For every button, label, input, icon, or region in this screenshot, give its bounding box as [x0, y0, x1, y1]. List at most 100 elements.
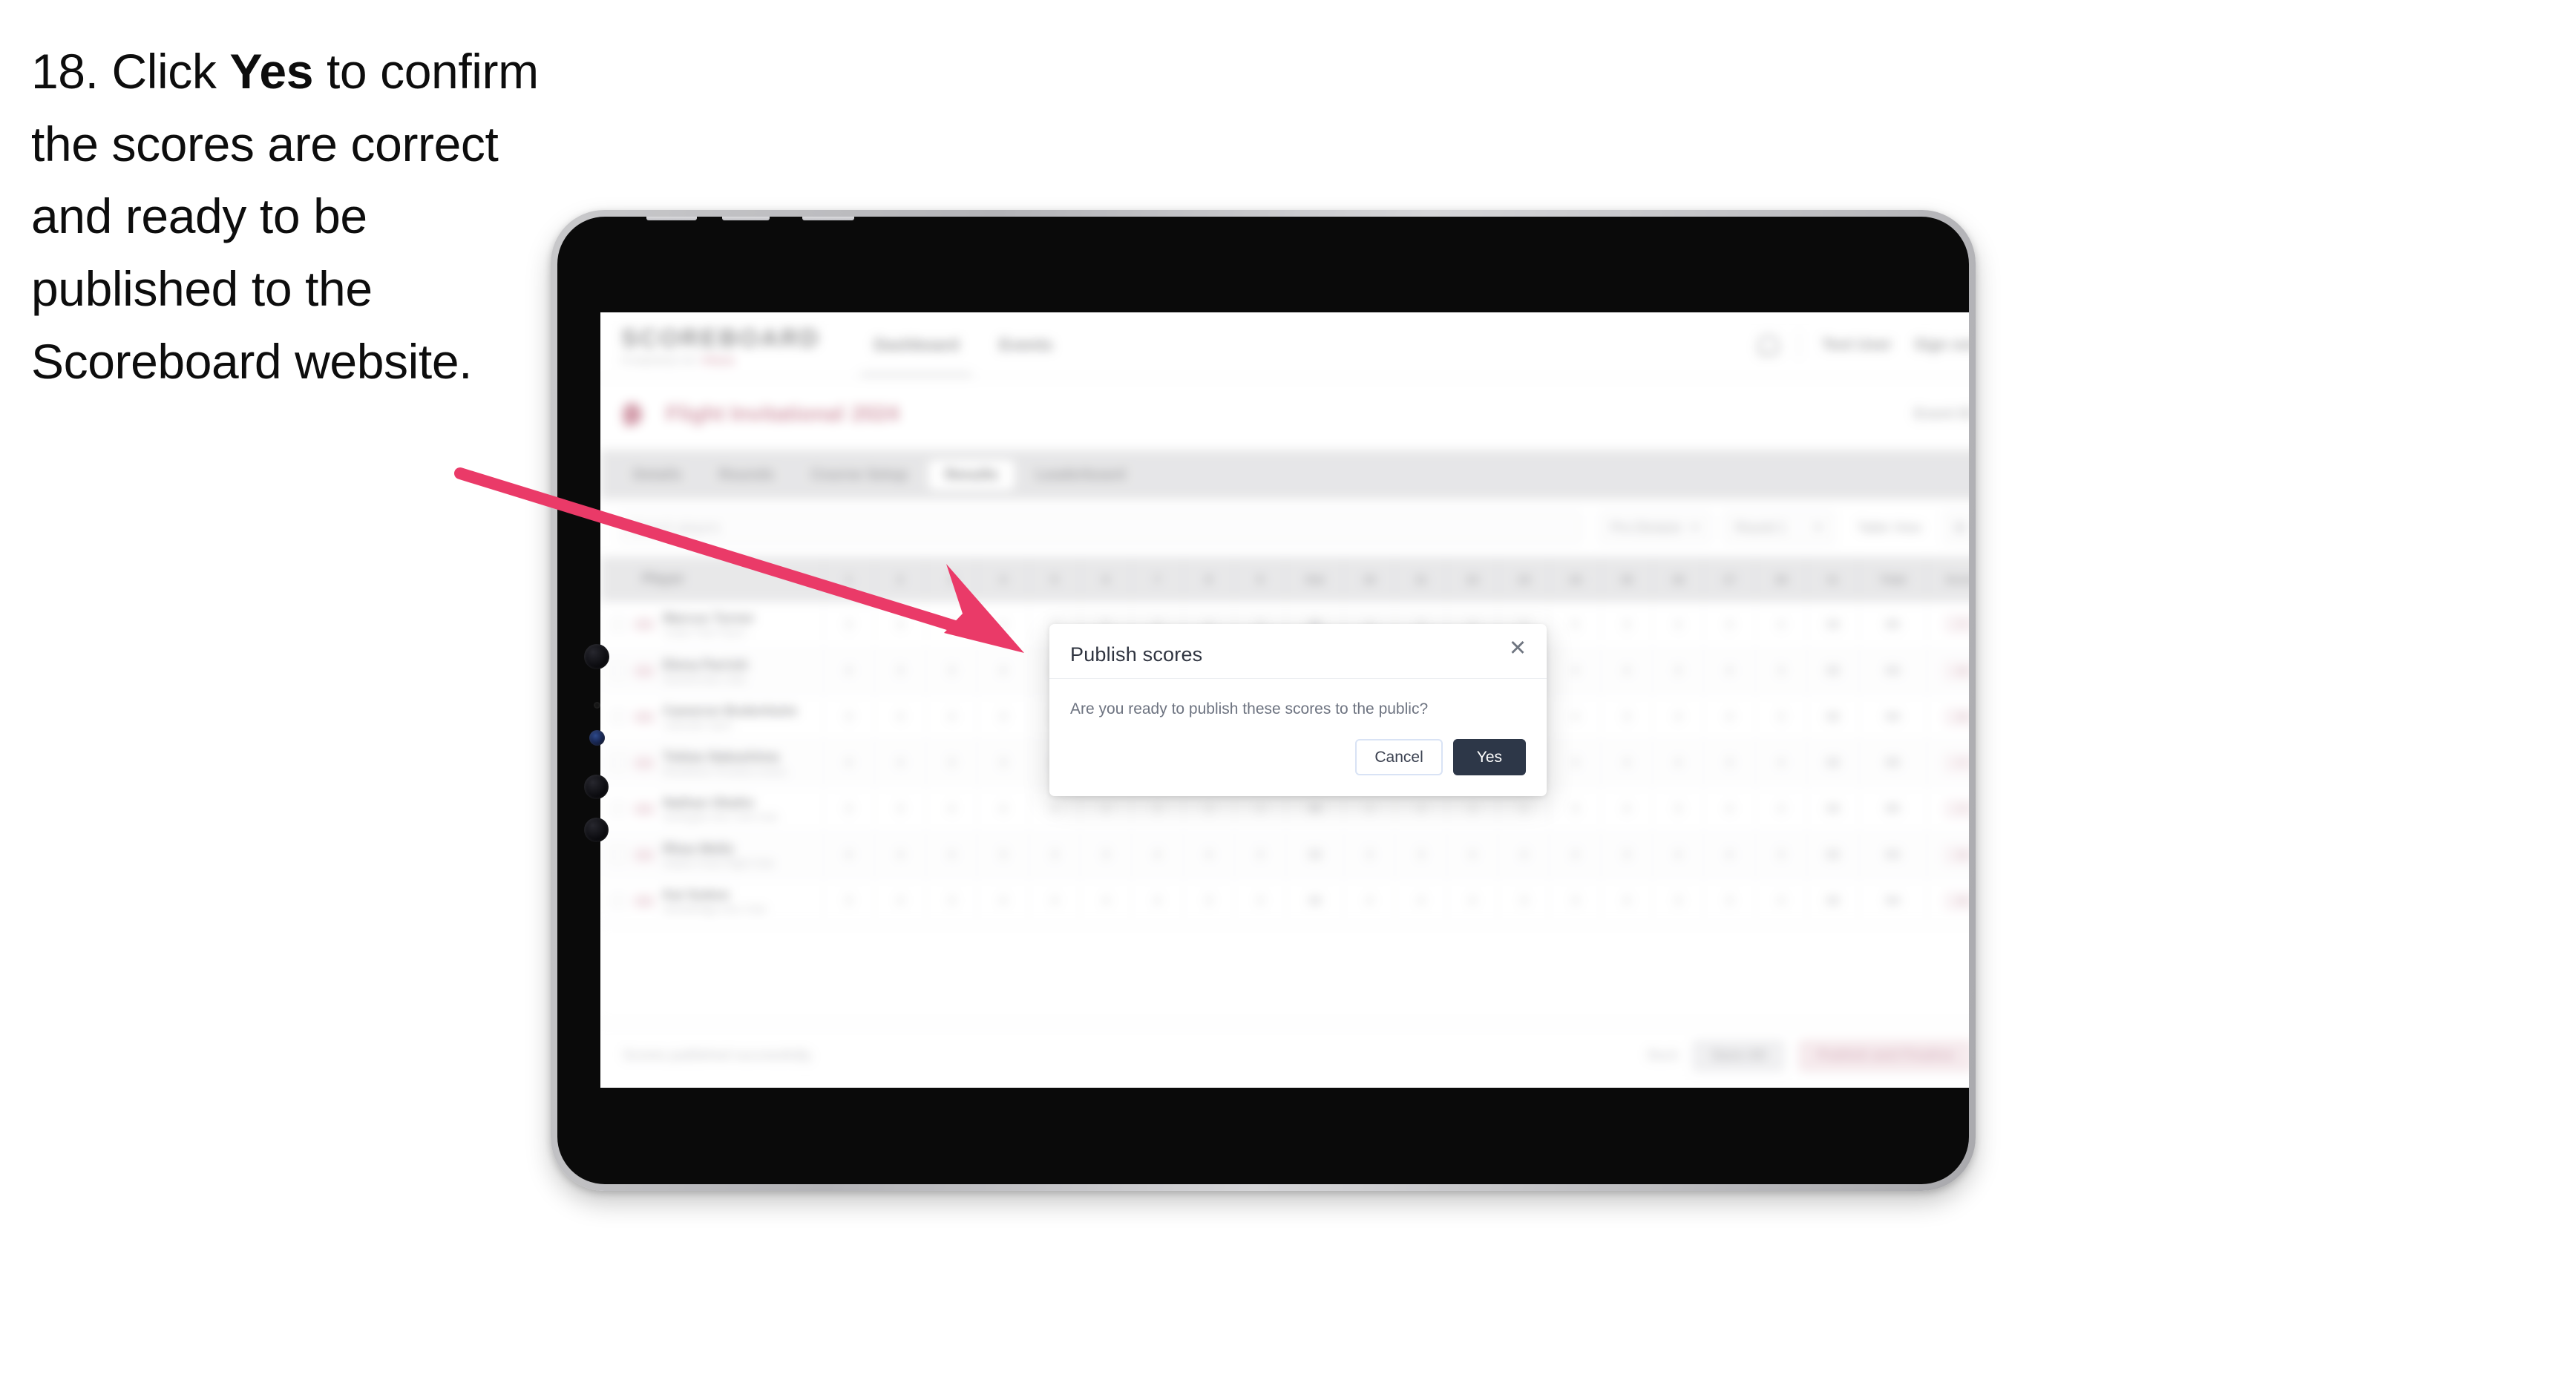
hole-score-cell[interactable]: 4 — [925, 786, 978, 832]
score-cell[interactable]: -7 — [1927, 786, 1969, 832]
hole-score-cell[interactable]: 4 — [1549, 648, 1602, 694]
hole-score-cell[interactable]: 4 — [823, 832, 875, 878]
hole-score-cell[interactable]: 3 — [1755, 648, 1808, 694]
device-button-power[interactable] — [646, 217, 697, 220]
tab-results[interactable]: Results — [928, 459, 1015, 490]
nav-item-dashboard[interactable]: Dashboard — [860, 335, 973, 376]
column-score[interactable]: Score — [1927, 557, 1969, 602]
subtotal-cell[interactable]: 32 — [1285, 832, 1345, 878]
cancel-button[interactable]: Cancel — [1355, 739, 1443, 776]
hole-score-cell[interactable]: 3 — [1703, 878, 1756, 924]
subtotal-cell[interactable]: 32 — [1285, 878, 1345, 924]
row-checkbox[interactable] — [611, 709, 626, 724]
column-h18[interactable]: 18 — [1755, 557, 1808, 602]
hole-score-cell[interactable]: 4 — [977, 878, 1029, 924]
hole-score-cell[interactable]: 3 — [1652, 878, 1705, 924]
column-in[interactable]: In — [1806, 557, 1859, 602]
hole-score-cell[interactable]: 3 — [1601, 694, 1653, 740]
hole-score-cell[interactable]: 4 — [977, 786, 1029, 832]
column-h6[interactable]: 6 — [1080, 557, 1133, 602]
column-h14[interactable]: 14 — [1549, 557, 1602, 602]
hole-score-cell[interactable]: 3 — [977, 694, 1029, 740]
hole-score-cell[interactable]: 4 — [1652, 740, 1705, 786]
hole-score-cell[interactable]: 4 — [1601, 786, 1653, 832]
column-player[interactable]: Player — [600, 557, 824, 602]
hole-score-cell[interactable]: 4 — [1652, 832, 1705, 878]
total-cell[interactable]: 64 — [1858, 694, 1927, 740]
hole-score-cell[interactable]: 3 — [1549, 786, 1602, 832]
device-button-volume-down[interactable] — [802, 217, 854, 220]
hole-score-cell[interactable]: 4 — [1549, 832, 1602, 878]
hole-score-cell[interactable]: 3 — [1549, 878, 1602, 924]
score-cell[interactable]: -7 — [1927, 602, 1969, 648]
subtotal-cell[interactable]: 32 — [1806, 694, 1859, 740]
column-h3[interactable]: 3 — [925, 557, 978, 602]
column-h12[interactable]: 12 — [1446, 557, 1499, 602]
hole-score-cell[interactable]: 4 — [1755, 602, 1808, 648]
hole-score-cell[interactable]: 3 — [1703, 602, 1756, 648]
view-dropdown[interactable]: Table View — [1846, 511, 1932, 544]
hole-score-cell[interactable]: 4 — [874, 832, 927, 878]
hole-score-cell[interactable]: 3 — [1601, 832, 1653, 878]
table-row[interactable]: Kai Sutton Stonebridge Disc Club 3 4 3 4 4 4 4 3 3… — [600, 878, 1969, 924]
hole-score-cell[interactable]: 3 — [1234, 832, 1287, 878]
column-total[interactable]: Total — [1858, 557, 1927, 602]
hole-score-cell[interactable]: 3 — [874, 786, 927, 832]
nav-item-events[interactable]: Events — [999, 335, 1052, 355]
column-h8[interactable]: 8 — [1183, 557, 1235, 602]
hole-score-cell[interactable]: 3 — [1394, 832, 1447, 878]
hole-score-cell[interactable]: 3 — [1498, 878, 1550, 924]
column-h10[interactable]: 10 — [1343, 557, 1396, 602]
column-h4[interactable]: 4 — [977, 557, 1029, 602]
row-checkbox[interactable] — [611, 663, 626, 678]
column-h17[interactable]: 17 — [1703, 557, 1756, 602]
total-cell[interactable]: 64 — [1858, 832, 1927, 878]
hole-score-cell[interactable]: 4 — [823, 740, 875, 786]
row-checkbox[interactable] — [611, 617, 626, 632]
hole-score-cell[interactable]: 4 — [1652, 602, 1705, 648]
hole-score-cell[interactable]: 4 — [1755, 878, 1808, 924]
score-cell[interactable]: -8 — [1927, 694, 1969, 740]
column-h5[interactable]: 5 — [1029, 557, 1081, 602]
hole-score-cell[interactable]: 3 — [1549, 740, 1602, 786]
tab-leaderboard[interactable]: Leaderboard — [1019, 460, 1141, 490]
hole-score-cell[interactable]: 4 — [874, 878, 927, 924]
yes-button[interactable]: Yes — [1452, 739, 1526, 776]
hole-score-cell[interactable]: 3 — [977, 740, 1029, 786]
hole-score-cell[interactable]: 4 — [1601, 878, 1653, 924]
hole-score-cell[interactable]: 4 — [823, 648, 875, 694]
round-dropdown[interactable]: Round 1 — [1723, 511, 1835, 544]
hole-score-cell[interactable]: 3 — [1029, 832, 1081, 878]
total-cell[interactable]: 64 — [1858, 878, 1927, 924]
total-cell[interactable]: 65 — [1858, 786, 1927, 832]
close-icon[interactable]: ✕ — [1507, 637, 1529, 660]
hole-score-cell[interactable]: 4 — [1394, 878, 1447, 924]
hole-score-cell[interactable]: 3 — [1652, 648, 1705, 694]
hole-score-cell[interactable]: 3 — [1755, 832, 1808, 878]
hole-score-cell[interactable]: 4 — [1549, 694, 1602, 740]
hole-score-cell[interactable]: 3 — [1343, 832, 1396, 878]
hole-score-cell[interactable]: 3 — [1703, 740, 1756, 786]
hole-score-cell[interactable]: 4 — [874, 602, 927, 648]
score-cell[interactable]: -8 — [1927, 648, 1969, 694]
subtotal-cell[interactable]: 33 — [1806, 602, 1859, 648]
hole-score-cell[interactable]: 3 — [823, 786, 875, 832]
column-h1[interactable]: 1 — [823, 557, 875, 602]
hole-score-cell[interactable]: 4 — [874, 740, 927, 786]
hole-score-cell[interactable]: 4 — [1703, 832, 1756, 878]
table-row[interactable]: Rhea Wells Harbor Point Flight Club 4 4 4 3 3 3… — [600, 832, 1969, 878]
device-button-volume-up[interactable] — [722, 217, 770, 220]
hole-score-cell[interactable]: 3 — [874, 648, 927, 694]
hole-score-cell[interactable]: 4 — [1343, 878, 1396, 924]
hole-score-cell[interactable]: 4 — [1601, 648, 1653, 694]
hole-score-cell[interactable]: 4 — [1703, 786, 1756, 832]
row-checkbox[interactable] — [611, 893, 626, 908]
subtotal-cell[interactable]: 32 — [1806, 878, 1859, 924]
row-checkbox[interactable] — [611, 847, 626, 862]
row-checkbox[interactable] — [611, 801, 626, 816]
column-h13[interactable]: 13 — [1498, 557, 1550, 602]
hole-score-cell[interactable]: 4 — [1498, 832, 1550, 878]
score-cell[interactable]: -8 — [1927, 832, 1969, 878]
hole-score-cell[interactable]: 4 — [977, 602, 1029, 648]
hole-score-cell[interactable]: 4 — [1755, 786, 1808, 832]
